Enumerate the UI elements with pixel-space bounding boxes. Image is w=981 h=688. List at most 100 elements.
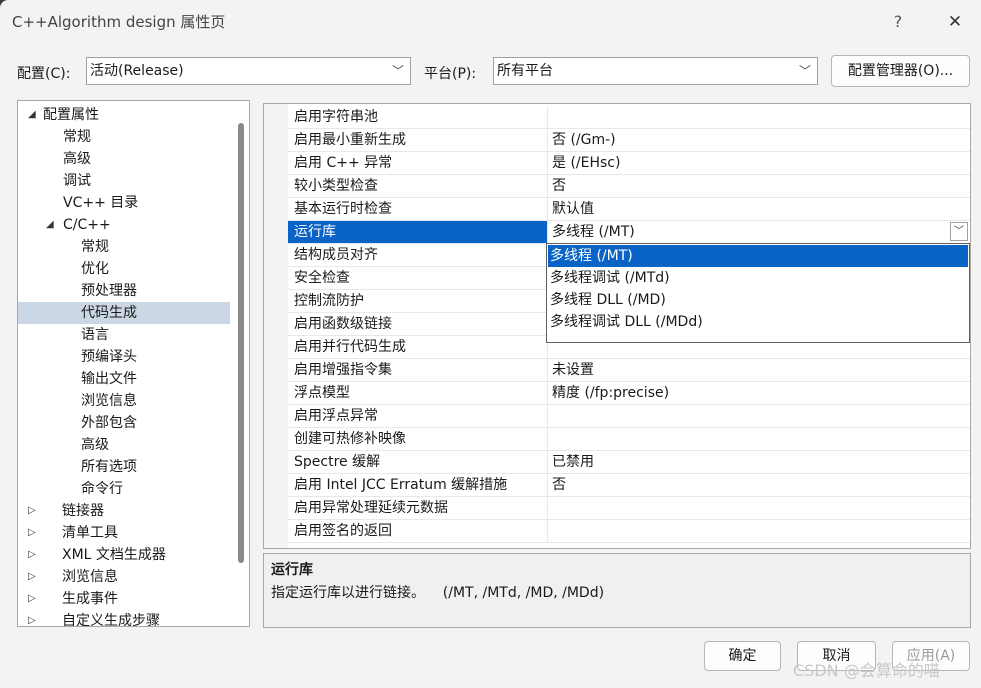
- property-value[interactable]: 否: [552, 175, 962, 197]
- expand-icon[interactable]: ▷: [28, 566, 40, 588]
- property-row[interactable]: 启用字符串池: [288, 106, 970, 129]
- chevron-down-icon: ﹀: [798, 64, 811, 78]
- property-name: 运行库: [288, 221, 547, 243]
- ok-button[interactable]: 确定: [704, 641, 781, 671]
- property-value[interactable]: [552, 106, 962, 128]
- dropdown-option[interactable]: 多线程调试 (/MTd): [548, 267, 968, 289]
- category-tree[interactable]: ◢ 配置属性 常规 高级 调试 VC++ 目录 ◢ C/C++ 常规 优化 预处理器 代码生成 语言 预编…: [17, 100, 250, 627]
- dropdown-option[interactable]: 多线程 DLL (/MD): [548, 289, 968, 311]
- tree-item[interactable]: 外部包含: [18, 412, 230, 434]
- property-pages-dialog: C++Algorithm design 属性页 ? ✕ 配置(C): 活动(Re…: [0, 0, 981, 688]
- tree-item[interactable]: 输出文件: [18, 368, 230, 390]
- tree-item[interactable]: 浏览信息: [18, 390, 230, 412]
- property-row[interactable]: 启用最小重新生成 否 (/Gm-): [288, 129, 970, 152]
- help-button[interactable]: ?: [886, 10, 910, 34]
- tree-item-label: 代码生成: [81, 305, 137, 321]
- tree-item-label: C/C++: [63, 217, 111, 233]
- property-row[interactable]: 启用 Intel JCC Erratum 缓解措施 否: [288, 474, 970, 497]
- property-value[interactable]: [552, 497, 962, 519]
- property-row[interactable]: 启用异常处理延续元数据: [288, 497, 970, 520]
- tree-item-label: 清单工具: [62, 525, 118, 541]
- title-bar: C++Algorithm design 属性页 ? ✕: [0, 0, 981, 44]
- grid-gutter: [264, 104, 288, 548]
- property-value[interactable]: 否: [552, 474, 962, 496]
- tree-item[interactable]: 所有选项: [18, 456, 230, 478]
- close-button[interactable]: ✕: [942, 10, 968, 34]
- property-value[interactable]: [552, 520, 962, 542]
- property-row[interactable]: 创建可热修补映像: [288, 428, 970, 451]
- tree-item[interactable]: VC++ 目录: [18, 192, 230, 214]
- property-value[interactable]: 默认值: [552, 198, 962, 220]
- property-value[interactable]: 精度 (/fp:precise): [552, 382, 962, 404]
- collapse-icon[interactable]: ◢: [46, 214, 58, 236]
- tree-item[interactable]: ▷ 浏览信息: [18, 566, 230, 588]
- tree-item[interactable]: 调试: [18, 170, 230, 192]
- property-row[interactable]: 启用签名的返回: [288, 520, 970, 543]
- description-title: 运行库: [271, 562, 313, 578]
- tree-item[interactable]: ◢ C/C++: [18, 214, 230, 236]
- tree-item-label: 命令行: [81, 481, 123, 497]
- expand-icon[interactable]: ▷: [28, 588, 40, 610]
- property-name: 启用 Intel JCC Erratum 缓解措施: [294, 477, 508, 493]
- collapse-icon[interactable]: ◢: [28, 104, 40, 126]
- property-row[interactable]: 浮点模型 精度 (/fp:precise): [288, 382, 970, 405]
- tree-item[interactable]: 语言: [18, 324, 230, 346]
- chevron-down-icon[interactable]: ﹀: [950, 222, 968, 241]
- tree-item[interactable]: ▷ 生成事件: [18, 588, 230, 610]
- tree-item-label: 预处理器: [81, 283, 137, 299]
- tree-item[interactable]: ▷ 清单工具: [18, 522, 230, 544]
- property-value[interactable]: 多线程 (/MT): [552, 221, 962, 243]
- property-value[interactable]: 已禁用: [552, 451, 962, 473]
- tree-scrollbar[interactable]: [233, 101, 249, 626]
- tree-item-label: 常规: [63, 129, 91, 145]
- tree-item[interactable]: 高级: [18, 148, 230, 170]
- tree-item[interactable]: 常规: [18, 236, 230, 258]
- tree-item[interactable]: 常规: [18, 126, 230, 148]
- tree-item[interactable]: 优化: [18, 258, 230, 280]
- tree-item-label: 高级: [81, 437, 109, 453]
- property-name: 安全检查: [294, 270, 350, 286]
- configuration-combo[interactable]: 活动(Release) ﹀: [86, 57, 411, 85]
- property-name: 基本运行时检查: [294, 201, 392, 217]
- tree-item[interactable]: 预处理器: [18, 280, 230, 302]
- property-name: 启用字符串池: [294, 109, 378, 125]
- expand-icon[interactable]: ▷: [28, 544, 40, 566]
- expand-icon[interactable]: ▷: [28, 500, 40, 522]
- property-row[interactable]: 启用浮点异常: [288, 405, 970, 428]
- tree-item[interactable]: ◢ 配置属性: [18, 104, 230, 126]
- property-row[interactable]: Spectre 缓解 已禁用: [288, 451, 970, 474]
- property-row[interactable]: 较小类型检查 否: [288, 175, 970, 198]
- property-value[interactable]: 是 (/EHsc): [552, 152, 962, 174]
- platform-value: 所有平台: [497, 63, 553, 79]
- property-value[interactable]: 未设置: [552, 359, 962, 381]
- dropdown-option[interactable]: 多线程调试 DLL (/MDd): [548, 311, 968, 333]
- configuration-manager-button[interactable]: 配置管理器(O)...: [831, 55, 970, 87]
- tree-item[interactable]: 高级: [18, 434, 230, 456]
- property-row[interactable]: 启用增强指令集 未设置: [288, 359, 970, 382]
- property-row[interactable]: 运行库 多线程 (/MT) ﹀: [288, 221, 970, 244]
- property-row[interactable]: 基本运行时检查 默认值: [288, 198, 970, 221]
- tree-item[interactable]: 预编译头: [18, 346, 230, 368]
- scrollbar-thumb[interactable]: [238, 123, 244, 563]
- tree-item[interactable]: ▷ 链接器: [18, 500, 230, 522]
- property-name: 启用最小重新生成: [294, 132, 406, 148]
- expand-icon[interactable]: ▷: [28, 610, 40, 626]
- expand-icon[interactable]: ▷: [28, 522, 40, 544]
- tree-item-label: 配置属性: [43, 107, 99, 123]
- configuration-label: 配置(C):: [17, 66, 71, 82]
- watermark: CSDN @会算命的喵: [793, 661, 940, 680]
- tree-item[interactable]: ▷ XML 文档生成器: [18, 544, 230, 566]
- property-value[interactable]: [552, 405, 962, 427]
- tree-item[interactable]: ▷ 自定义生成步骤: [18, 610, 230, 627]
- property-value[interactable]: [552, 428, 962, 450]
- property-row[interactable]: 启用 C++ 异常 是 (/EHsc): [288, 152, 970, 175]
- chevron-down-icon: ﹀: [391, 64, 404, 78]
- runtime-library-dropdown[interactable]: 多线程 (/MT) 多线程调试 (/MTd) 多线程 DLL (/MD) 多线程调试 …: [546, 243, 970, 343]
- column-divider: [547, 474, 548, 497]
- tree-item[interactable]: 代码生成: [18, 302, 230, 324]
- tree-item[interactable]: 命令行: [18, 478, 230, 500]
- tree-item-label: 自定义生成步骤: [62, 613, 160, 627]
- property-value[interactable]: 否 (/Gm-): [552, 129, 962, 151]
- platform-combo[interactable]: 所有平台 ﹀: [493, 57, 818, 85]
- dropdown-option[interactable]: 多线程 (/MT): [548, 245, 968, 267]
